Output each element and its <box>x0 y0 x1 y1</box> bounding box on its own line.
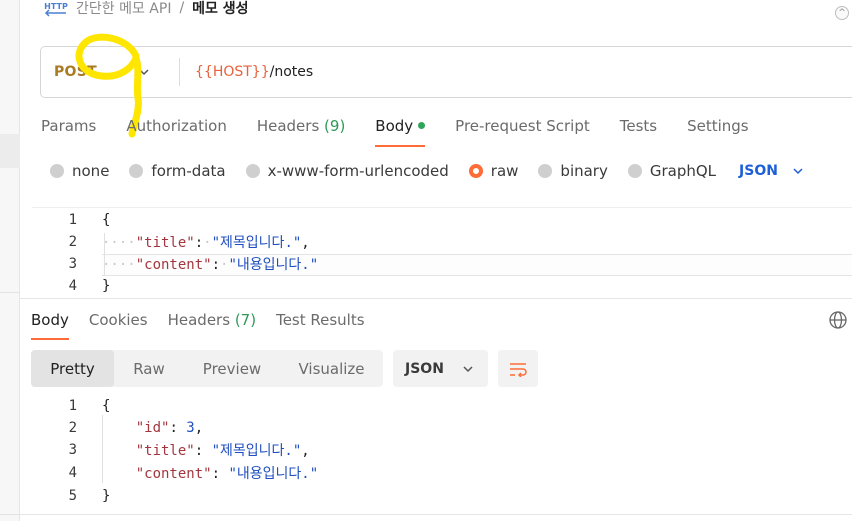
tab-headers[interactable]: Headers (9) <box>257 117 345 135</box>
url-input[interactable]: {{HOST}}/notes <box>180 64 313 80</box>
line-number: 2 <box>68 420 77 436</box>
tab-pre-request-script[interactable]: Pre-request Script <box>455 117 590 135</box>
radio-circle <box>538 164 553 178</box>
sidebar-selected-item[interactable] <box>0 134 20 168</box>
radio-circle-selected <box>468 164 483 178</box>
code-line: 4 "content": "내용입니다." <box>32 462 852 484</box>
tab-settings[interactable]: Settings <box>687 117 749 135</box>
body-type-options: none form-data x-www-form-urlencoded raw… <box>50 162 804 180</box>
view-raw[interactable]: Raw <box>114 350 184 387</box>
response-tab-test-results[interactable]: Test Results <box>276 311 364 329</box>
response-tab-headers[interactable]: Headers (7) <box>168 311 256 329</box>
response-tabs: Body Cookies Headers (7) Test Results <box>31 311 385 340</box>
radio-form-data[interactable]: form-data <box>129 162 226 180</box>
line-number: 1 <box>68 398 77 414</box>
tab-body[interactable]: Body <box>375 117 426 147</box>
body-format-select[interactable]: JSON <box>739 163 804 179</box>
radio-none[interactable]: none <box>50 162 109 180</box>
code-line: 2 "id": 3, <box>32 417 852 439</box>
code-line: 2 ····"title":·"제목입니다.", <box>32 231 852 253</box>
method-selector[interactable]: POST <box>41 47 179 97</box>
code-line: 1 { <box>32 395 852 417</box>
globe-icon[interactable] <box>828 310 848 330</box>
http-request-icon: HTTP <box>44 0 68 18</box>
tab-params[interactable]: Params <box>41 117 96 135</box>
svg-text:HTTP: HTTP <box>44 2 68 11</box>
wrap-lines-icon <box>510 362 527 377</box>
response-body-viewer[interactable]: 1 { 2 "id": 3, 3 "title": "제목입니다.", 4 "c… <box>32 395 852 510</box>
body-status-dot <box>418 122 426 129</box>
view-preview[interactable]: Preview <box>184 350 280 387</box>
radio-binary[interactable]: binary <box>538 162 608 180</box>
tab-tests[interactable]: Tests <box>620 117 657 135</box>
line-number: 3 <box>68 256 77 272</box>
left-sidebar-strip <box>0 0 20 521</box>
view-visualize[interactable]: Visualize <box>280 350 383 387</box>
breadcrumb: HTTP 간단한 메모 API / 메모 생성 <box>44 0 248 20</box>
line-number: 4 <box>68 278 77 293</box>
code-line: 3 "title": "제목입니다.", <box>32 439 852 461</box>
pane-divider[interactable] <box>20 298 852 299</box>
line-number: 2 <box>68 234 77 250</box>
response-view-mode: Pretty Raw Preview Visualize <box>31 350 383 387</box>
url-host-variable: {{HOST}} <box>195 64 270 80</box>
radio-circle <box>50 164 64 178</box>
chevron-down-icon <box>139 69 149 76</box>
request-url-bar: POST {{HOST}}/notes <box>40 46 852 98</box>
body-format-label: JSON <box>739 163 778 179</box>
response-tab-cookies[interactable]: Cookies <box>89 311 148 329</box>
breadcrumb-collection[interactable]: 간단한 메모 API <box>76 0 171 18</box>
code-line: 4 } <box>32 275 852 293</box>
request-body-editor[interactable]: 1 { 2 ····"title":·"제목입니다.", 3 ····"cont… <box>32 207 852 293</box>
line-number: 3 <box>68 442 77 458</box>
tab-authorization[interactable]: Authorization <box>126 117 226 135</box>
breadcrumb-separator: / <box>179 0 185 16</box>
url-path: /notes <box>269 64 314 80</box>
response-headers-count: (7) <box>234 311 257 329</box>
method-label: POST <box>54 64 97 80</box>
chevron-down-icon <box>793 168 803 175</box>
code-line: 1 { <box>32 209 852 231</box>
response-format-select[interactable]: JSON <box>393 350 488 387</box>
code-line: 5 } <box>32 485 852 507</box>
radio-graphql[interactable]: GraphQL <box>627 162 716 180</box>
response-format-label: JSON <box>405 360 444 377</box>
line-number: 4 <box>68 465 77 481</box>
code-line: 3 ····"content":·"내용입니다." <box>32 253 852 275</box>
line-number: 5 <box>68 488 77 504</box>
radio-circle <box>129 164 144 178</box>
view-pretty[interactable]: Pretty <box>31 350 114 387</box>
wrap-lines-button[interactable] <box>498 350 538 387</box>
chevron-down-icon <box>463 365 473 372</box>
radio-x-www-form-urlencoded[interactable]: x-www-form-urlencoded <box>245 162 449 180</box>
scroll-up-icon[interactable]: ^ <box>835 6 849 20</box>
response-tab-body[interactable]: Body <box>31 311 69 340</box>
line-number: 1 <box>68 212 77 228</box>
radio-circle <box>627 164 642 178</box>
radio-circle <box>245 164 260 178</box>
radio-raw[interactable]: raw <box>468 162 518 180</box>
headers-count: (9) <box>324 117 346 135</box>
breadcrumb-request-name[interactable]: 메모 생성 <box>192 0 248 18</box>
request-tabs: Params Authorization Headers (9) Body Pr… <box>41 117 779 147</box>
